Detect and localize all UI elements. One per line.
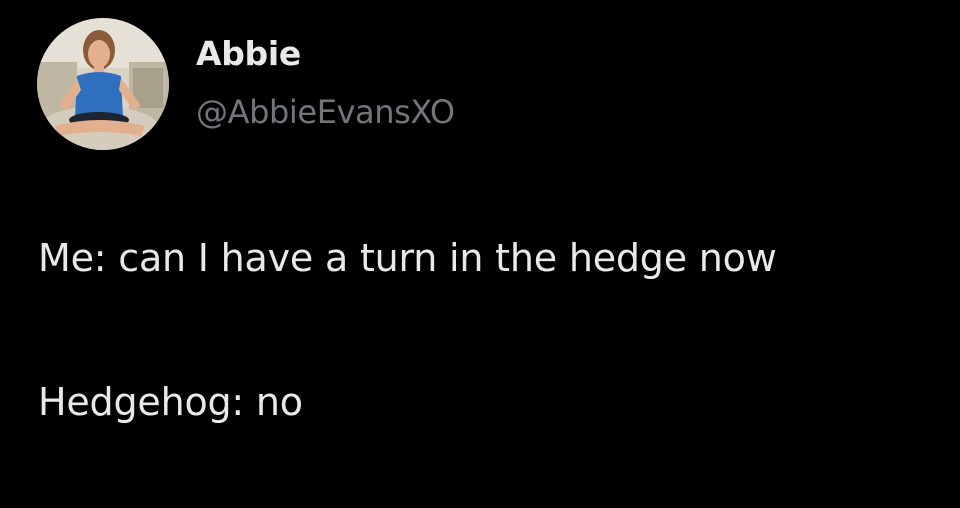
display-name[interactable]: Abbie xyxy=(196,34,301,73)
tweet-text-line: Hedgehog: no xyxy=(38,380,303,424)
tweet-text-line: Me: can I have a turn in the hedge now xyxy=(38,236,777,280)
tweet-card: Abbie @AbbieEvansXO Me: can I have a tur… xyxy=(0,0,960,508)
user-handle[interactable]: @AbbieEvansXO xyxy=(196,93,455,131)
avatar[interactable] xyxy=(37,18,169,150)
profile-photo-icon xyxy=(37,18,169,150)
